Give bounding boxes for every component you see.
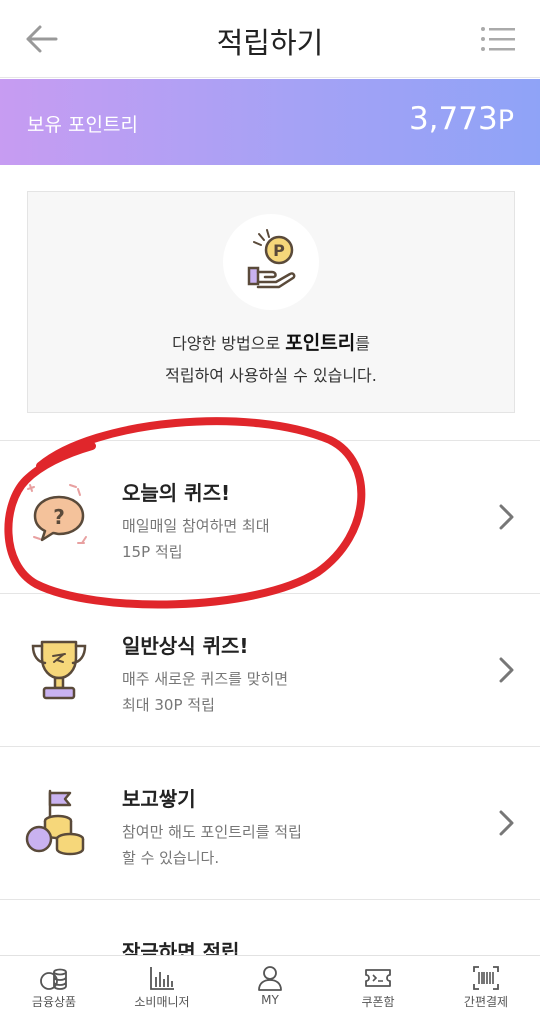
tab-my[interactable]: MY	[216, 956, 324, 1017]
chevron-right-icon	[499, 810, 514, 836]
bottom-tab-bar: 금융상품 소비매니저 MY 쿠폰함 간편결제	[0, 955, 540, 1017]
row-description: 할 수 있습니다.	[122, 849, 220, 867]
coins-stack-icon	[40, 968, 67, 990]
trophy-icon	[31, 640, 87, 700]
tab-label: 소비매니저	[134, 995, 190, 1009]
list-item-general-quiz[interactable]: 일반상식 퀴즈! 매주 새로운 퀴즈를 맞히면 최대 30P 적립	[0, 594, 540, 746]
intro-box: P 다양한 방법으로 포인트리를 적립하여 사용하실 수 있습니다.	[27, 191, 515, 413]
chevron-right-icon	[499, 504, 514, 530]
quiz-speech-bubble-icon: ?	[27, 484, 87, 544]
tab-coupons[interactable]: 쿠폰함	[324, 956, 432, 1017]
bar-chart-icon	[150, 967, 174, 990]
row-title: 일반상식 퀴즈!	[122, 634, 249, 658]
svg-text:P: P	[273, 241, 285, 260]
row-description: 매주 새로운 퀴즈를 맞히면	[122, 670, 289, 688]
page-title: 적립하기	[216, 26, 324, 60]
list-menu-icon[interactable]	[480, 24, 516, 54]
points-amount: 3,773P	[408, 101, 514, 137]
row-title: 보고쌓기	[122, 787, 196, 811]
row-description: 매일매일 참여하면 최대	[122, 517, 270, 535]
row-title: 오늘의 퀴즈!	[122, 481, 231, 505]
tab-easy-pay[interactable]: 간편결제	[432, 956, 540, 1017]
points-balance-bar: 보유 포인트리 3,773P	[0, 79, 540, 165]
coins-flag-icon	[25, 789, 85, 856]
tab-label: MY	[261, 993, 279, 1007]
list-item-daily-quiz[interactable]: ? 오늘의 퀴즈! 매일매일 참여하면 최대 15P 적립	[0, 441, 540, 593]
tab-financial-products[interactable]: 금융상품	[0, 956, 108, 1017]
hand-coin-icon: P	[247, 229, 296, 289]
tab-label: 간편결제	[463, 995, 509, 1009]
svg-text:?: ?	[53, 505, 65, 529]
list-item-watch-earn[interactable]: 보고쌓기 참여만 해도 포인트리를 적립 할 수 있습니다.	[0, 747, 540, 899]
intro-text-line1: 다양한 방법으로 포인트리를	[172, 332, 370, 354]
person-icon	[258, 966, 282, 991]
points-label: 보유 포인트리	[27, 114, 138, 136]
tab-label: 쿠폰함	[361, 995, 395, 1009]
app-header: 적립하기	[0, 0, 540, 78]
row-description: 최대 30P 적립	[122, 696, 215, 714]
row-description: 15P 적립	[122, 543, 183, 561]
chevron-right-icon	[499, 657, 514, 683]
row-description: 참여만 해도 포인트리를 적립	[122, 823, 302, 841]
coupon-icon	[365, 969, 391, 987]
tab-label: 금융상품	[31, 995, 77, 1009]
intro-text-line2: 적립하여 사용하실 수 있습니다.	[165, 366, 377, 385]
intro-icon-circle: P	[223, 214, 319, 310]
barcode-icon	[473, 966, 499, 990]
tab-spending-manager[interactable]: 소비매니저	[108, 956, 216, 1017]
